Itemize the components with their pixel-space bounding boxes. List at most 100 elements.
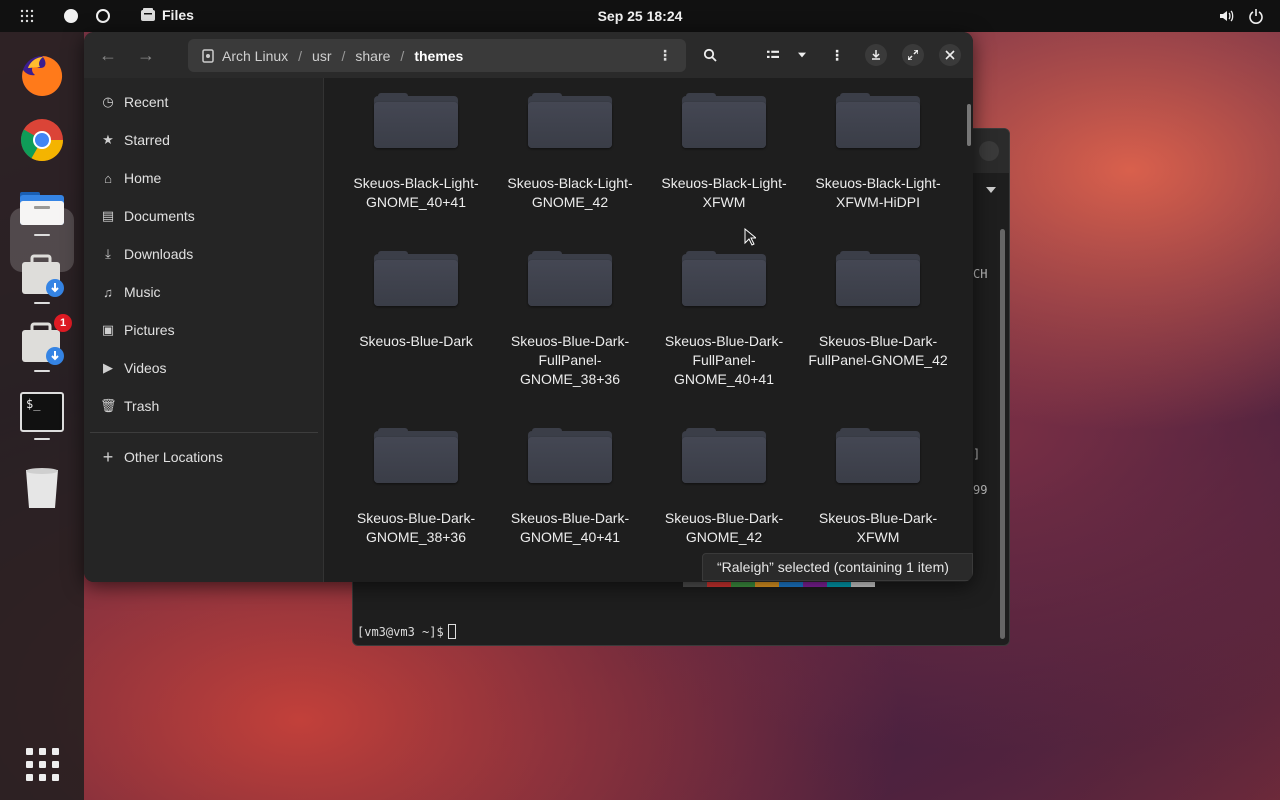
sidebar-item-music[interactable]: ♫ Music (100, 278, 310, 306)
folder-icon (528, 251, 612, 306)
system-tray[interactable] (1218, 8, 1264, 24)
software-download-icon[interactable] (18, 252, 66, 300)
folder-item[interactable]: Skeuos-Black-Light-GNOME_42 (495, 93, 645, 212)
files-window[interactable]: ← → Arch Linux / usr / share / themes ⋮ … (84, 32, 973, 582)
files-app-icon (141, 8, 155, 21)
sidebar-item-label: Starred (124, 132, 170, 148)
terminal-text-fragment: ] (973, 447, 981, 461)
folder-name: Skeuos-Black-Light-XFWM-HiDPI (815, 175, 941, 210)
document-icon: ▤ (101, 208, 115, 223)
sidebar-item-documents[interactable]: ▤ Documents (100, 202, 310, 230)
sidebar-item-pictures[interactable]: ▣ Pictures (100, 316, 310, 344)
software-updates-icon[interactable]: 1 (18, 314, 72, 368)
folder-name: Skeuos-Blue-Dark-GNOME_42 (664, 510, 784, 545)
folder-name: Skeuos-Blue-Dark-GNOME_38+36 (356, 510, 476, 545)
drive-icon (202, 48, 214, 63)
mouse-pointer-icon (744, 228, 756, 246)
folder-item[interactable]: Skeuos-Blue-Dark-FullPanel-GNOME_42 (803, 251, 953, 370)
sidebar-item-label: Recent (124, 94, 169, 110)
text-cursor (447, 624, 456, 639)
breadcrumb-usr[interactable]: usr (302, 48, 341, 64)
folder-name: Skeuos-Blue-Dark-FullPanel-GNOME_38+36 (510, 333, 630, 387)
app-menu[interactable]: Files (140, 7, 194, 23)
sidebar-item-label: Videos (124, 360, 167, 376)
header-bar[interactable]: ← → Arch Linux / usr / share / themes ⋮ … (84, 32, 973, 78)
terminal-close-button[interactable] (979, 141, 999, 161)
back-button[interactable]: ← (96, 44, 120, 66)
picture-icon: ▣ (101, 322, 115, 337)
content-scrollbar[interactable] (967, 104, 971, 146)
folder-icon (374, 428, 458, 483)
sidebar-item-recent[interactable]: ◷ Recent (100, 88, 310, 116)
forward-button[interactable]: → (134, 44, 158, 66)
download-icon: ⤓ (105, 246, 111, 261)
list-view-icon[interactable] (761, 43, 785, 67)
sidebar-item-label: Documents (124, 208, 195, 224)
folder-name: Skeuos-Blue-Dark (359, 333, 473, 349)
folder-item[interactable]: Skeuos-Black-Light-XFWM-HiDPI (803, 93, 953, 212)
folder-name: Skeuos-Blue-Dark-FullPanel-GNOME_40+41 (664, 333, 784, 387)
close-button[interactable] (939, 44, 961, 66)
search-icon[interactable] (698, 43, 722, 67)
sidebar-item-downloads[interactable]: ⤓ Downloads (100, 240, 310, 268)
breadcrumb-themes[interactable]: themes (404, 48, 473, 64)
minimize-button[interactable] (865, 44, 887, 66)
maximize-button[interactable] (902, 44, 924, 66)
folder-icon (528, 428, 612, 483)
terminal-scrollbar[interactable] (1000, 229, 1005, 639)
top-bar: Files Sep 25 18:24 (0, 0, 1280, 32)
folder-item[interactable]: Skeuos-Blue-Dark-FullPanel-GNOME_38+36 (495, 251, 645, 389)
terminal-icon[interactable]: $_ (18, 388, 66, 436)
dock: 1 $_ (0, 32, 84, 800)
folder-item[interactable]: Skeuos-Black-Light-GNOME_40+41 (341, 93, 491, 212)
folder-item[interactable]: Skeuos-Blue-Dark (341, 251, 491, 351)
folder-icon (836, 428, 920, 483)
sidebar-item-starred[interactable]: ★ Starred (100, 126, 310, 154)
terminal-prompt[interactable]: [vm3@vm3 ~]$ (357, 624, 456, 639)
path-bar[interactable]: Arch Linux / usr / share / themes ⋮ (188, 39, 686, 72)
power-icon[interactable] (1248, 8, 1264, 24)
folder-icon (836, 93, 920, 148)
breadcrumb-root[interactable]: Arch Linux (214, 48, 298, 64)
workspace-2-indicator[interactable] (96, 9, 110, 23)
sidebar-item-home[interactable]: ⌂ Home (100, 164, 310, 192)
path-menu-icon[interactable]: ⋮ (658, 47, 672, 64)
firefox-icon[interactable] (18, 52, 66, 100)
star-icon: ★ (102, 132, 114, 147)
folder-name: Skeuos-Blue-Dark-GNOME_40+41 (510, 510, 630, 545)
sidebar-item-label: Pictures (124, 322, 175, 338)
svg-text:$_: $_ (26, 397, 41, 411)
clock[interactable]: Sep 25 18:24 (598, 8, 683, 24)
terminal-text-fragment: CH (973, 267, 988, 281)
trash-icon: 🗑 (100, 398, 117, 413)
video-icon: ▶ (103, 360, 113, 375)
activities-grid-icon[interactable] (20, 9, 34, 23)
sidebar: ◷ Recent ★ Starred ⌂ Home ▤ Documents ⤓ Downl… (84, 78, 324, 582)
breadcrumb-share[interactable]: share (345, 48, 400, 64)
file-grid[interactable]: Skeuos-Black-Light-GNOME_40+41 Skeuos-Bl… (325, 78, 973, 582)
folder-item[interactable]: Skeuos-Blue-Dark-FullPanel-GNOME_40+41 (649, 251, 799, 389)
close-icon (945, 50, 955, 60)
trash-icon[interactable] (18, 464, 66, 512)
files-icon[interactable] (18, 184, 66, 232)
download-arrow-icon (872, 50, 880, 60)
view-options-chevron-icon[interactable] (790, 43, 814, 67)
sidebar-item-other-locations[interactable]: + Other Locations (100, 443, 310, 471)
chevron-down-icon[interactable] (986, 187, 996, 193)
folder-name: Skeuos-Blue-Dark-XFWM (818, 510, 938, 545)
workspace-1-indicator[interactable] (64, 9, 78, 23)
chrome-icon[interactable] (18, 116, 66, 164)
folder-item[interactable]: Skeuos-Black-Light-XFWM (649, 93, 799, 212)
folder-item[interactable]: Skeuos-Blue-Dark-GNOME_40+41 (495, 428, 645, 547)
sidebar-item-videos[interactable]: ▶ Videos (100, 354, 310, 382)
volume-icon[interactable] (1218, 8, 1234, 24)
folder-item[interactable]: Skeuos-Blue-Dark-XFWM (803, 428, 953, 547)
sidebar-item-trash[interactable]: 🗑 Trash (100, 392, 310, 420)
home-icon: ⌂ (104, 170, 112, 186)
app-grid-icon[interactable] (18, 740, 66, 788)
folder-item[interactable]: Skeuos-Blue-Dark-GNOME_42 (649, 428, 799, 547)
folder-name: Skeuos-Black-Light-GNOME_42 (507, 175, 633, 210)
folder-name: Skeuos-Blue-Dark-FullPanel-GNOME_42 (808, 333, 948, 368)
main-menu-icon[interactable]: ⋮ (825, 43, 849, 67)
folder-item[interactable]: Skeuos-Blue-Dark-GNOME_38+36 (341, 428, 491, 547)
